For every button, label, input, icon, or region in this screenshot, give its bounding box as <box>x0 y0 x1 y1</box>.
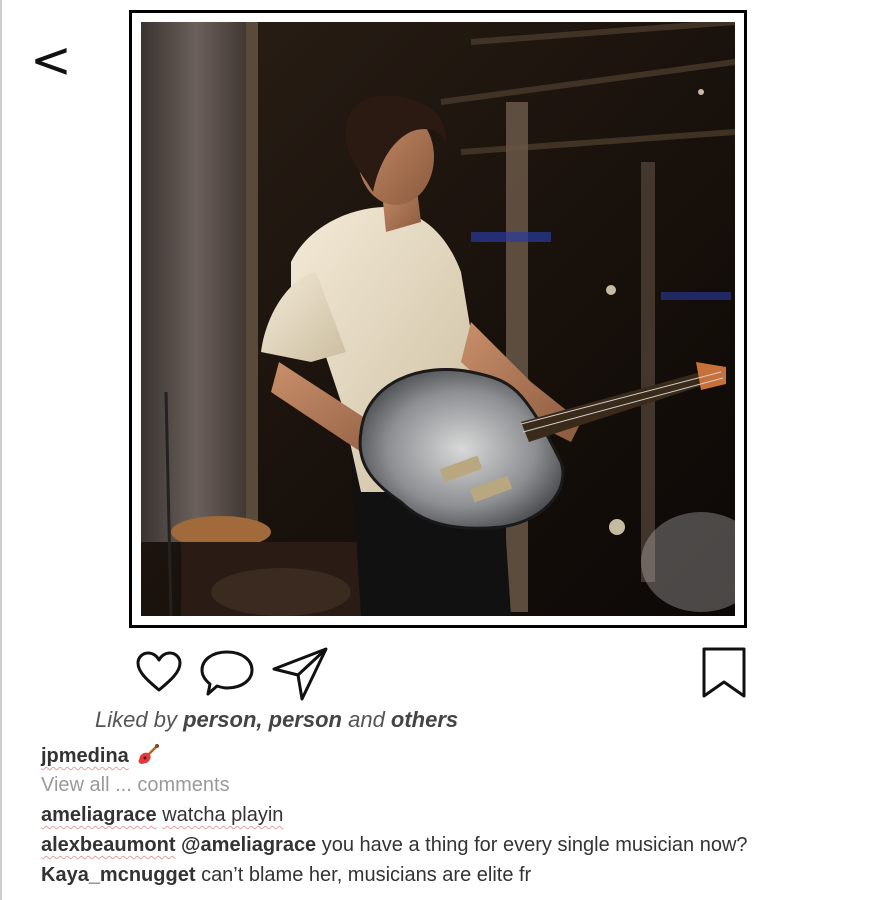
comment-text: you have a thing for every single musici… <box>316 834 748 856</box>
post-photo[interactable] <box>141 22 735 616</box>
share-button[interactable] <box>270 645 330 703</box>
comment-bubble-icon <box>200 650 254 696</box>
comment-username[interactable]: alexbeaumont <box>41 834 175 856</box>
view-all-comments-link[interactable]: View all ... comments <box>41 774 230 797</box>
comment-row: Kaya_mcnugget can’t blame her, musicians… <box>41 864 531 887</box>
comment-text: watcha playin <box>162 804 284 826</box>
heart-icon <box>136 651 182 692</box>
comment-row: alexbeaumont @ameliagrace you have a thi… <box>41 834 748 857</box>
likes-middle: and <box>341 707 391 732</box>
comment-button[interactable] <box>198 648 256 700</box>
likes-names[interactable]: person, person <box>183 707 342 732</box>
comment-row: ameliagrace watcha playin <box>41 804 283 827</box>
comment-mention[interactable]: @ameliagrace <box>181 834 316 856</box>
post-photo-frame <box>129 10 747 628</box>
likes-summary: Liked by person, person and others <box>95 707 458 733</box>
page-left-border <box>0 0 2 900</box>
paper-plane-icon <box>272 647 328 701</box>
bookmark-icon <box>702 647 746 698</box>
like-button[interactable] <box>135 650 183 694</box>
likes-prefix: Liked by <box>95 707 184 732</box>
save-button[interactable] <box>700 646 748 700</box>
guitarist-on-stage-photo <box>141 22 735 616</box>
likes-others[interactable]: others <box>391 707 458 732</box>
caption-username[interactable]: jpmedina <box>41 745 129 767</box>
back-button[interactable]: < <box>30 30 72 90</box>
comment-username[interactable]: Kaya_mcnugget <box>41 864 196 886</box>
comment-username[interactable]: ameliagrace <box>41 804 157 826</box>
comment-text: can’t blame her, musicians are elite fr <box>201 864 532 886</box>
guitar-icon <box>138 743 160 771</box>
caption-line: jpmedina <box>41 743 160 771</box>
